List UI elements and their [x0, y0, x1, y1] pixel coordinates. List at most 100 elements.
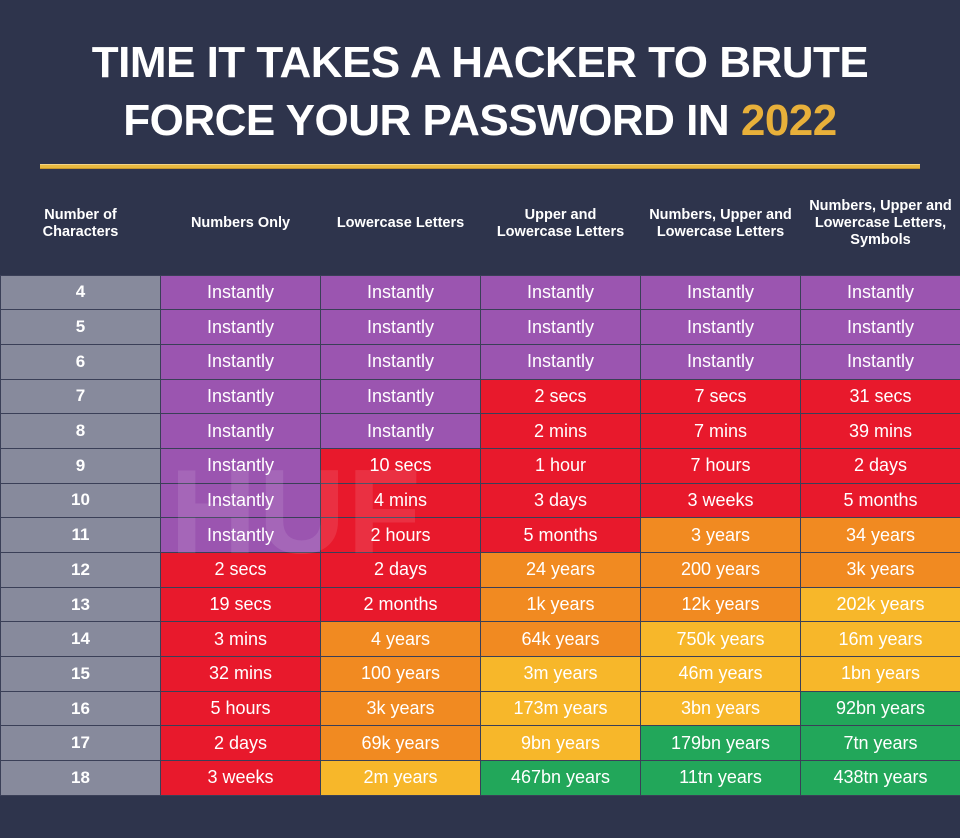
cell-crack-time: 2 secs [480, 378, 641, 415]
cell-crack-time: Instantly [160, 274, 321, 311]
table-row: 12 2 secs 2 days 24 years 200 years 3k years [0, 552, 960, 588]
cell-crack-time: 69k years [320, 725, 481, 762]
table-row: 14 3 mins 4 years 64k years 750k years 16m ye… [0, 621, 960, 658]
column-header-numbers-upper-lower: Numbers, Upper and Lowercase Letters [640, 183, 801, 275]
table-row: 7 Instantly Instantly 2 secs 7 secs 31 secs [0, 378, 960, 415]
cell-crack-time: 2 days [160, 725, 321, 762]
cell-crack-time: Instantly [800, 343, 960, 380]
infographic-page: TIME IT TAKES A HACKER TO BRUTE FORCE YO… [0, 0, 960, 838]
cell-crack-time: 1bn years [800, 656, 960, 692]
title-line-2: FORCE YOUR PASSWORD IN 2022 [40, 92, 920, 150]
cell-crack-time: 202k years [800, 586, 960, 623]
cell-crack-time: 2m years [320, 760, 481, 796]
cell-crack-time: Instantly [160, 343, 321, 380]
gold-divider [40, 164, 920, 169]
cell-crack-time: Instantly [320, 274, 481, 311]
cell-crack-time: Instantly [640, 343, 801, 380]
table-row: 16 5 hours 3k years 173m years 3bn years 92bn… [0, 690, 960, 727]
cell-crack-time: 10 secs [320, 447, 481, 484]
cell-crack-time: 3 weeks [160, 760, 321, 796]
cell-character-count: 16 [0, 690, 161, 727]
cell-crack-time: Instantly [320, 309, 481, 345]
cell-crack-time: 3 days [480, 482, 641, 519]
cell-character-count: 13 [0, 586, 161, 623]
column-header-lowercase: Lowercase Letters [320, 183, 481, 275]
password-crack-time-table: Number of Characters Numbers Only Lowerc… [0, 183, 960, 796]
title-block: TIME IT TAKES A HACKER TO BRUTE FORCE YO… [0, 0, 960, 150]
cell-crack-time: 7 hours [640, 447, 801, 484]
cell-character-count: 9 [0, 447, 161, 484]
table-row: 10 Instantly 4 mins 3 days 3 weeks 5 months [0, 482, 960, 519]
cell-crack-time: 100 years [320, 656, 481, 692]
header-row: Number of Characters Numbers Only Lowerc… [0, 183, 960, 275]
cell-crack-time: 2 secs [160, 552, 321, 588]
cell-crack-time: Instantly [800, 274, 960, 311]
cell-character-count: 17 [0, 725, 161, 762]
cell-character-count: 10 [0, 482, 161, 519]
table-row: 5 Instantly Instantly Instantly Instantly Ins… [0, 309, 960, 345]
cell-crack-time: 2 hours [320, 517, 481, 553]
cell-crack-time: 3k years [800, 552, 960, 588]
cell-crack-time: Instantly [160, 378, 321, 415]
cell-crack-time: 92bn years [800, 690, 960, 727]
cell-crack-time: Instantly [480, 309, 641, 345]
cell-crack-time: 173m years [480, 690, 641, 727]
cell-crack-time: 467bn years [480, 760, 641, 796]
cell-crack-time: Instantly [800, 309, 960, 345]
cell-crack-time: Instantly [320, 378, 481, 415]
cell-crack-time: Instantly [640, 309, 801, 345]
cell-crack-time: 5 months [800, 482, 960, 519]
cell-crack-time: 3m years [480, 656, 641, 692]
cell-crack-time: 39 mins [800, 413, 960, 449]
cell-crack-time: 750k years [640, 621, 801, 658]
cell-crack-time: 46m years [640, 656, 801, 692]
cell-crack-time: 5 months [480, 517, 641, 553]
cell-crack-time: 12k years [640, 586, 801, 623]
cell-crack-time: 7tn years [800, 725, 960, 762]
cell-crack-time: 3 years [640, 517, 801, 553]
cell-crack-time: 64k years [480, 621, 641, 658]
cell-crack-time: Instantly [640, 274, 801, 311]
cell-crack-time: 2 months [320, 586, 481, 623]
table-row: 9 Instantly 10 secs 1 hour 7 hours 2 days [0, 447, 960, 484]
table-row: 6 Instantly Instantly Instantly Instantly Ins… [0, 343, 960, 380]
column-header-characters: Number of Characters [0, 183, 161, 275]
column-header-numbers-only: Numbers Only [160, 183, 321, 275]
cell-crack-time: 24 years [480, 552, 641, 588]
cell-character-count: 8 [0, 413, 161, 449]
cell-crack-time: 3 weeks [640, 482, 801, 519]
cell-crack-time: 200 years [640, 552, 801, 588]
table-row: 18 3 weeks 2m years 467bn years 11tn years 43… [0, 760, 960, 796]
cell-crack-time: 9bn years [480, 725, 641, 762]
cell-character-count: 5 [0, 309, 161, 345]
column-header-numbers-upper-lower-symbols: Numbers, Upper and Lowercase Letters, Sy… [800, 183, 960, 275]
cell-character-count: 4 [0, 274, 161, 311]
cell-crack-time: 1k years [480, 586, 641, 623]
table-row: 11 Instantly 2 hours 5 months 3 years 34 year… [0, 517, 960, 553]
cell-character-count: 7 [0, 378, 161, 415]
cell-crack-time: 5 hours [160, 690, 321, 727]
title-year: 2022 [740, 96, 837, 145]
cell-crack-time: 11tn years [640, 760, 801, 796]
table-row: 17 2 days 69k years 9bn years 179bn years 7tn… [0, 725, 960, 762]
cell-crack-time: 3 mins [160, 621, 321, 658]
cell-crack-time: Instantly [480, 343, 641, 380]
cell-crack-time: 7 secs [640, 378, 801, 415]
cell-crack-time: 2 days [800, 447, 960, 484]
cell-character-count: 12 [0, 552, 161, 588]
table-row: 15 32 mins 100 years 3m years 46m years 1bn y… [0, 656, 960, 692]
cell-crack-time: Instantly [160, 482, 321, 519]
cell-crack-time: 4 mins [320, 482, 481, 519]
cell-character-count: 18 [0, 760, 161, 796]
table-row: 13 19 secs 2 months 1k years 12k years 202k y… [0, 586, 960, 623]
table-row: 4 Instantly Instantly Instantly Instantly Ins… [0, 274, 960, 311]
cell-crack-time: 179bn years [640, 725, 801, 762]
table-body: 4 Instantly Instantly Instantly Instantly Ins… [0, 274, 960, 796]
cell-crack-time: Instantly [160, 447, 321, 484]
cell-crack-time: 1 hour [480, 447, 641, 484]
cell-crack-time: Instantly [320, 413, 481, 449]
column-header-upper-lower: Upper and Lowercase Letters [480, 183, 641, 275]
cell-character-count: 11 [0, 517, 161, 553]
cell-crack-time: 4 years [320, 621, 481, 658]
cell-crack-time: 3k years [320, 690, 481, 727]
